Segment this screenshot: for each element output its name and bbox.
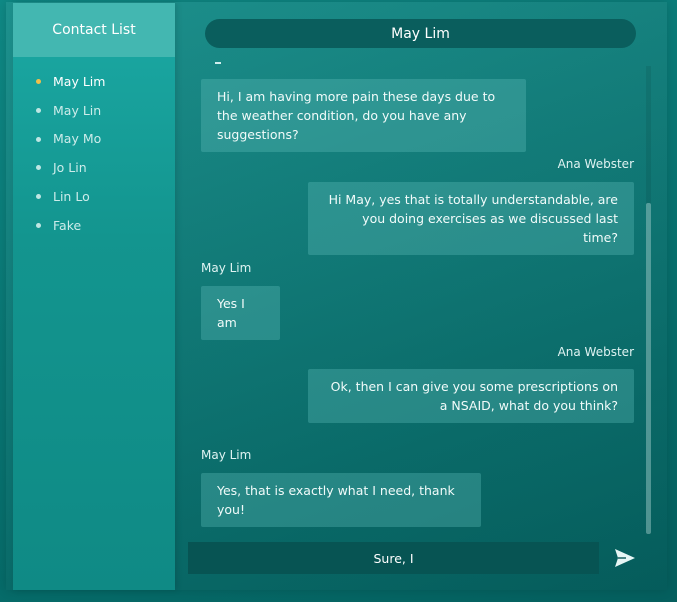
contact-list: May Lim May Lin May Mo Jo Lin Lin Lo Fak… xyxy=(13,57,175,240)
contact-status-dot xyxy=(36,222,41,228)
scrollbar-thumb[interactable] xyxy=(646,203,651,534)
contact-name: May Lim xyxy=(53,73,106,89)
message-bubble-incoming: Yes, that is exactly what I need, thank … xyxy=(201,473,481,527)
message-bubble-outgoing: Hi May, yes that is totally understandab… xyxy=(308,182,634,255)
contact-list-title: Contact List xyxy=(13,3,175,57)
contact-status-dot xyxy=(36,165,41,171)
contact-name: May Mo xyxy=(53,131,102,147)
contact-item-may-mo[interactable]: May Mo xyxy=(13,125,175,154)
contact-item-jo-lin[interactable]: Jo Lin xyxy=(13,153,175,182)
contact-name: May Lin xyxy=(53,102,102,118)
contact-status-dot xyxy=(36,194,41,200)
message-sender: May Lim xyxy=(201,261,252,275)
contact-item-lin-lo[interactable]: Lin Lo xyxy=(13,182,175,211)
message-input[interactable] xyxy=(188,542,599,574)
message-list[interactable]: Hi, I am having more pain these days due… xyxy=(200,62,636,532)
message-bubble-outgoing: Ok, then I can give you some prescriptio… xyxy=(308,369,634,423)
contact-sidebar: Contact List May Lim May Lin May Mo Jo L… xyxy=(13,3,175,590)
message-sender: May Lim xyxy=(201,448,252,462)
message-scrollbar[interactable] xyxy=(646,66,651,534)
send-button[interactable] xyxy=(612,546,638,570)
contact-item-may-lin[interactable]: May Lin xyxy=(13,96,175,125)
message-sender: Ana Webster xyxy=(557,157,634,171)
message-bubble-incoming: Hi, I am having more pain these days due… xyxy=(201,79,526,152)
contact-name: Jo Lin xyxy=(53,160,87,176)
contact-name: Lin Lo xyxy=(53,189,90,205)
message-sender: Ana Webster xyxy=(557,345,634,359)
message-bubble-incoming: Yes I am xyxy=(201,286,280,340)
contact-status-dot xyxy=(36,79,41,84)
app-window: Contact List May Lim May Lin May Mo Jo L… xyxy=(0,0,677,602)
contact-name: Fake xyxy=(53,217,82,233)
contact-status-dot xyxy=(36,107,41,113)
chat-title: May Lim xyxy=(205,19,636,48)
truncated-sender-label xyxy=(215,62,221,64)
contact-item-fake[interactable]: Fake xyxy=(13,211,175,240)
send-icon xyxy=(615,549,635,567)
contact-item-may-lim[interactable]: May Lim xyxy=(13,67,175,96)
contact-status-dot xyxy=(36,136,41,142)
